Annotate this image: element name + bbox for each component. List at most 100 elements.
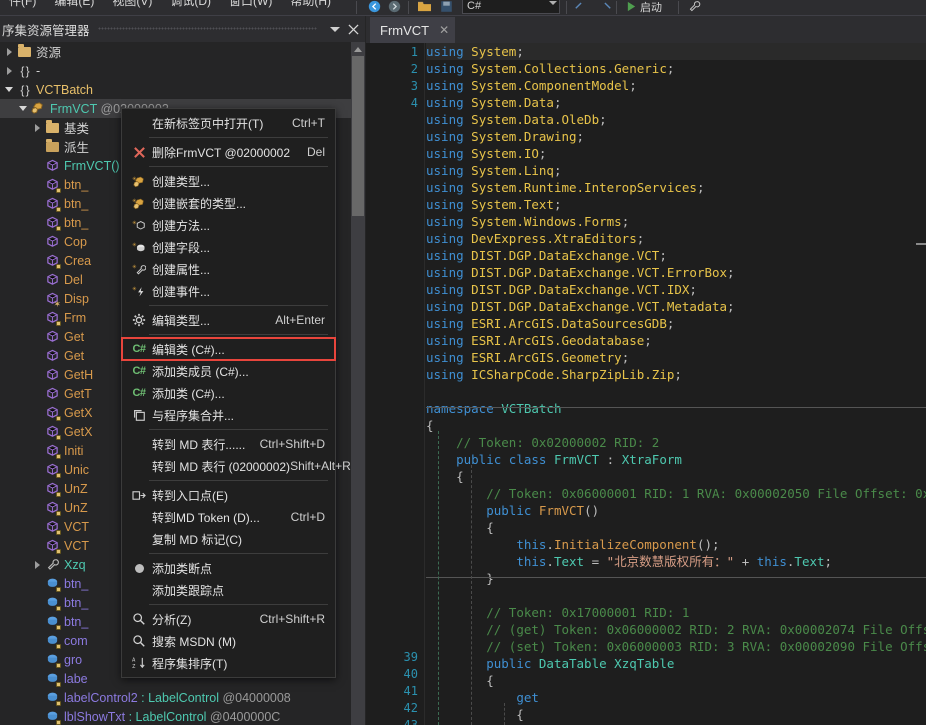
method-icon xyxy=(44,442,61,459)
tree-item[interactable]: { } VCTBatch xyxy=(0,80,365,99)
method-icon xyxy=(44,271,61,288)
svg-text:✳: ✳ xyxy=(132,264,136,270)
save-icon[interactable] xyxy=(436,0,456,14)
language-combo[interactable]: C# xyxy=(462,0,560,14)
expand-chevron-icon[interactable] xyxy=(2,42,16,61)
code-line: using DIST.DGP.DataExchange.VCT.ErrorBox… xyxy=(426,265,735,280)
context-menu-item[interactable]: 编辑类型... Alt+Enter xyxy=(122,309,335,331)
tree-item[interactable]: { } - xyxy=(0,61,365,80)
expand-chevron-icon[interactable] xyxy=(2,61,16,80)
wrench-icon[interactable] xyxy=(684,0,704,14)
namespace-icon: { } xyxy=(20,82,29,97)
context-menu-item[interactable]: C# 添加类成员 (C#)... xyxy=(122,360,335,382)
open-folder-icon[interactable] xyxy=(414,0,434,14)
svg-text:✳: ✳ xyxy=(132,242,136,248)
expand-chevron-icon[interactable] xyxy=(30,118,44,137)
menu-file[interactable]: 件(F) xyxy=(0,0,45,11)
code-line: { xyxy=(426,418,434,433)
menu-debug[interactable]: 调试(D) xyxy=(161,0,220,11)
menu-separator xyxy=(149,305,328,306)
context-menu-item[interactable]: 转到 MD 表行...... Ctrl+Shift+D xyxy=(122,433,335,455)
language-combo-value: C# xyxy=(467,0,482,12)
tab-frmvct[interactable]: FrmVCT ✕ xyxy=(370,17,456,43)
context-menu-item[interactable]: ✳ 创建属性... xyxy=(122,258,335,280)
context-menu-item[interactable]: C# 添加类 (C#)... xyxy=(122,382,335,404)
run-icon[interactable] xyxy=(623,0,639,14)
close-icon[interactable]: ✕ xyxy=(439,23,449,37)
gear-icon xyxy=(126,309,152,331)
code-line: using ESRI.ArcGIS.Geometry; xyxy=(426,350,630,365)
tree-item-label: gro xyxy=(64,652,83,667)
tree-scrollbar[interactable] xyxy=(351,42,365,725)
panel-menu-button[interactable] xyxy=(325,16,345,42)
context-menu-item[interactable]: ✳ 创建类型... xyxy=(122,170,335,192)
collapse-chevron-icon[interactable] xyxy=(16,99,30,118)
editor-body[interactable]: 123439404142434445 using System;using Sy… xyxy=(366,43,926,725)
context-menu[interactable]: 在新标签页中打开(T) Ctrl+T 删除FrmVCT @02000002 Del ✳ 创… xyxy=(121,108,351,678)
tree-item-label: Del xyxy=(64,272,83,287)
tree-item[interactable]: 资源 xyxy=(0,42,365,61)
tree-item-label: GetT xyxy=(64,386,92,401)
context-menu-item[interactable]: 转到MD Token (D)... Ctrl+D xyxy=(122,506,335,528)
tree-item-label: VCTBatch xyxy=(36,82,93,97)
editor-scroll-marker xyxy=(916,243,926,245)
context-menu-item[interactable]: 搜索 MSDN (M) xyxy=(122,630,335,652)
context-menu-item[interactable]: 分析(Z) Ctrl+Shift+R xyxy=(122,608,335,630)
collapse-chevron-icon[interactable] xyxy=(2,80,16,99)
back-arrow-icon[interactable] xyxy=(365,0,383,14)
menu-icon-spacer xyxy=(126,433,152,455)
code-line: using ESRI.ArcGIS.DataSourcesGDB; xyxy=(426,316,675,331)
run-label[interactable]: 启动 xyxy=(640,0,662,15)
context-menu-item[interactable]: 删除FrmVCT @02000002 Del xyxy=(122,141,335,163)
tree-scrollbar-thumb[interactable] xyxy=(352,56,364,216)
context-menu-item[interactable]: ✳ 创建字段... xyxy=(122,236,335,258)
context-menu-item[interactable]: 在新标签页中打开(T) Ctrl+T xyxy=(122,112,335,134)
tree-item-label: 派生 xyxy=(64,141,90,155)
context-menu-item-shortcut: Ctrl+Shift+D xyxy=(259,437,325,451)
folder-icon xyxy=(16,43,33,60)
panel-close-button[interactable] xyxy=(345,16,365,42)
menu-edit[interactable]: 编辑(E) xyxy=(45,0,103,11)
menu-view[interactable]: 视图(V) xyxy=(103,0,161,11)
context-menu-item[interactable]: ✳ 创建事件... xyxy=(122,280,335,302)
scroll-up-icon[interactable] xyxy=(351,42,365,56)
code-line: using System.Data; xyxy=(426,95,562,110)
context-menu-item[interactable]: 转到入口点(E) xyxy=(122,484,335,506)
menu-window[interactable]: 窗口(W) xyxy=(220,0,281,11)
menu-help[interactable]: 帮助(H) xyxy=(281,0,340,11)
tree-item[interactable]: labelControl2 : LabelControl @04000008 xyxy=(0,688,365,707)
forward-arrow-icon[interactable] xyxy=(385,0,403,14)
context-menu-item[interactable]: C# 编辑类 (C#)... xyxy=(121,337,336,361)
tree-item[interactable]: lblShowTxt : LabelControl @0400000C xyxy=(0,707,365,725)
context-menu-item[interactable]: ✳ 创建方法... xyxy=(122,214,335,236)
context-menu-item[interactable]: 添加类断点 xyxy=(122,557,335,579)
context-menu-item[interactable]: 转到 MD 表行 (02000002) Shift+Alt+R xyxy=(122,455,351,477)
menu-separator xyxy=(149,553,328,554)
context-menu-item[interactable]: 添加类跟踪点 xyxy=(122,579,335,601)
menu-separator xyxy=(149,334,328,335)
context-menu-item[interactable]: A Z 程序集排序(T) xyxy=(122,652,335,674)
undo-icon[interactable] xyxy=(572,0,592,14)
context-menu-item[interactable]: 与程序集合并... xyxy=(122,404,335,426)
context-menu-item[interactable]: 复制 MD 标记(C) xyxy=(122,528,335,550)
line-number: 1 xyxy=(410,45,418,59)
expand-chevron-icon[interactable] xyxy=(30,555,44,574)
tree-item-label: Cop xyxy=(64,234,87,249)
line-number: 2 xyxy=(410,62,418,76)
redo-icon[interactable] xyxy=(594,0,614,14)
context-menu-item[interactable]: ✳ 创建嵌套的类型... xyxy=(122,192,335,214)
panel-drag-handle[interactable] xyxy=(97,16,317,42)
menu-icon-spacer xyxy=(126,579,152,601)
code-line: using DIST.DGP.DataExchange.VCT.IDX; xyxy=(426,282,697,297)
code-content[interactable]: using System; using System.Collections.Ge… xyxy=(426,43,926,725)
method-icon xyxy=(44,233,61,250)
field-icon xyxy=(44,670,61,687)
context-menu-item-label: 创建字段... xyxy=(152,240,211,255)
